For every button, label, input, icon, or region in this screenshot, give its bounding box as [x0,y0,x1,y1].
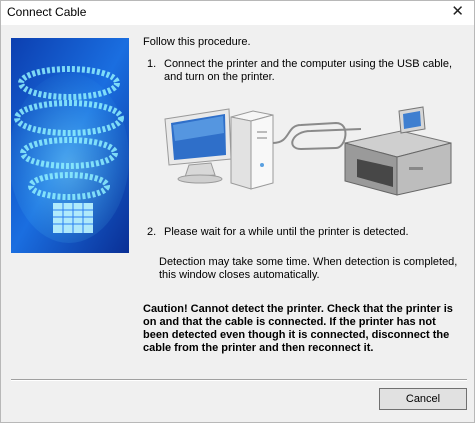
step-2-text: Please wait for a while until the printe… [164,226,409,238]
side-banner-image [11,38,129,253]
intro-text: Follow this procedure. [143,36,251,48]
computer-tower-icon [230,110,274,190]
printer-icon [344,106,452,196]
step-1-number: 1. [147,58,157,70]
step-1-text: Connect the printer and the computer usi… [164,58,453,83]
connect-cable-dialog: Connect Cable ✕ Follow this procedure. 1… [0,0,475,423]
step-2-number: 2. [147,226,157,238]
cancel-button[interactable]: Cancel [379,388,467,410]
divider [11,379,467,381]
close-icon[interactable]: ✕ [451,4,464,20]
window-title: Connect Cable [7,5,87,19]
title-bar: Connect Cable ✕ [1,1,474,25]
connection-illustration [164,106,452,196]
caution-message: Caution! Cannot detect the printer. Chec… [143,303,453,354]
monitor-icon [164,108,232,184]
detection-note: Detection may take some time. When detec… [159,256,458,281]
